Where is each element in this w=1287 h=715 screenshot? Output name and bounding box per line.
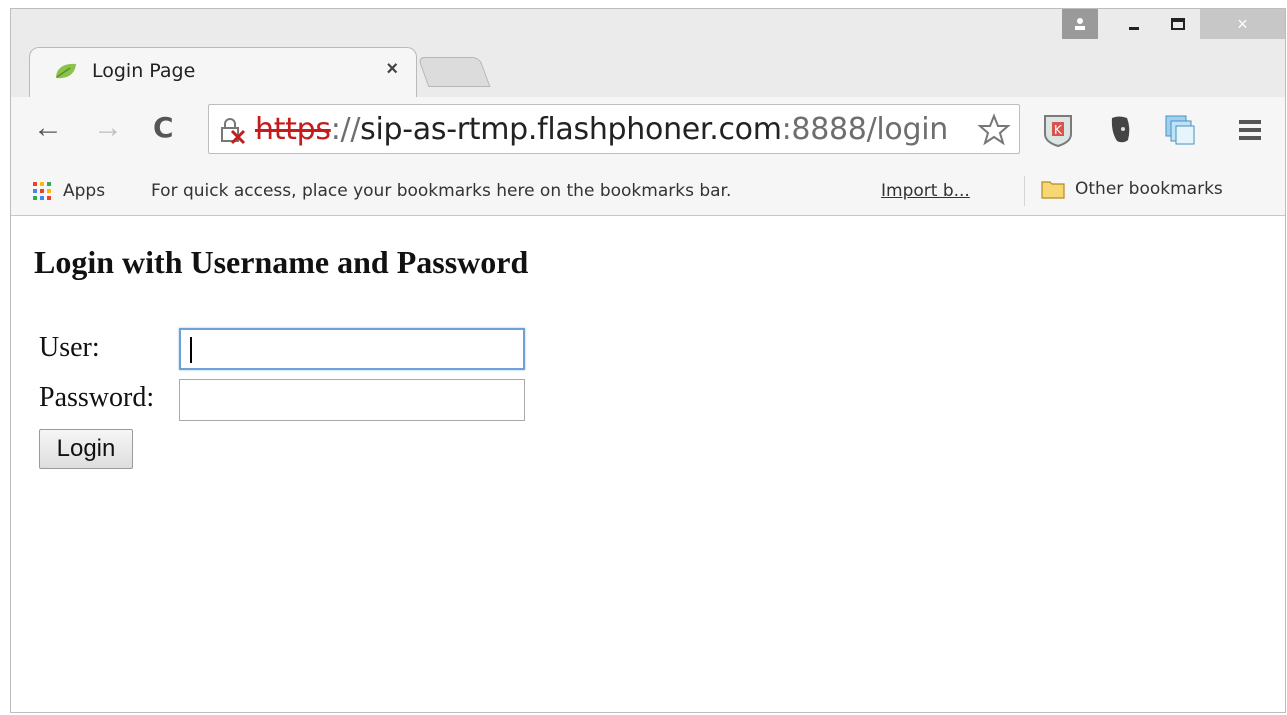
close-icon: × (1237, 13, 1248, 34)
other-bookmarks[interactable]: Other bookmarks (1041, 179, 1223, 199)
address-bar[interactable]: https://sip-as-rtmp.flashphoner.com:8888… (208, 104, 1020, 154)
other-bookmarks-label: Other bookmarks (1075, 179, 1223, 199)
toolbar: ← → C https://sip-as-rtmp.flashphoner.co… (11, 97, 1285, 166)
tab-title: Login Page (92, 60, 196, 82)
back-button[interactable]: ← (33, 111, 63, 145)
tab-login-page[interactable]: Login Page × (29, 47, 417, 97)
password-label: Password: (39, 382, 155, 413)
url-host: sip-as-rtmp.flashphoner.com (360, 112, 782, 147)
window-controls: × (1062, 9, 1285, 39)
login-button[interactable]: Login (39, 429, 133, 469)
reload-button[interactable]: C (153, 111, 174, 145)
title-bar: × Login Page × (11, 9, 1285, 97)
password-field[interactable] (179, 379, 525, 421)
username-field[interactable] (179, 328, 525, 370)
bookmarks-bar: Apps For quick access, place your bookma… (11, 166, 1285, 216)
apps-label: Apps (63, 181, 106, 201)
user-icon (1075, 18, 1085, 30)
url-separator: :// (330, 112, 361, 147)
text-cursor (190, 337, 192, 363)
maximize-icon (1171, 18, 1185, 30)
maximize-button[interactable] (1156, 9, 1200, 39)
bookmarks-divider (1024, 176, 1025, 206)
url-port-path: :8888/login (781, 112, 949, 147)
url-scheme: https (255, 112, 331, 147)
browser-window: × Login Page × ← → C https://sip-as-rtmp… (10, 8, 1286, 713)
profile-button[interactable] (1062, 9, 1098, 39)
menu-icon[interactable] (1233, 112, 1267, 148)
new-tab-button[interactable] (417, 57, 491, 87)
evernote-extension-icon[interactable] (1103, 112, 1137, 148)
bookmarks-hint: For quick access, place your bookmarks h… (151, 181, 732, 201)
apps-shortcut[interactable]: Apps (33, 181, 105, 201)
kaspersky-extension-icon[interactable]: K (1041, 112, 1075, 148)
bookmark-star-icon[interactable] (977, 113, 1011, 147)
forward-button[interactable]: → (93, 111, 123, 145)
spring-leaf-icon (56, 63, 76, 79)
tabs-extension-icon[interactable] (1163, 112, 1197, 148)
page-content: Login with Username and Password User: P… (11, 216, 1285, 712)
insecure-lock-icon (221, 118, 246, 145)
tab-close-icon[interactable]: × (386, 58, 398, 81)
import-bookmarks-link[interactable]: Import b... (881, 181, 970, 201)
url-text: https://sip-as-rtmp.flashphoner.com:8888… (255, 112, 948, 147)
folder-icon (1041, 181, 1065, 199)
minimize-button[interactable] (1112, 9, 1156, 39)
user-label: User: (39, 332, 100, 363)
apps-grid-icon (33, 182, 51, 200)
close-window-button[interactable]: × (1200, 9, 1285, 39)
svg-text:K: K (1054, 123, 1063, 137)
page-title: Login with Username and Password (34, 244, 529, 280)
minimize-icon (1129, 27, 1139, 30)
